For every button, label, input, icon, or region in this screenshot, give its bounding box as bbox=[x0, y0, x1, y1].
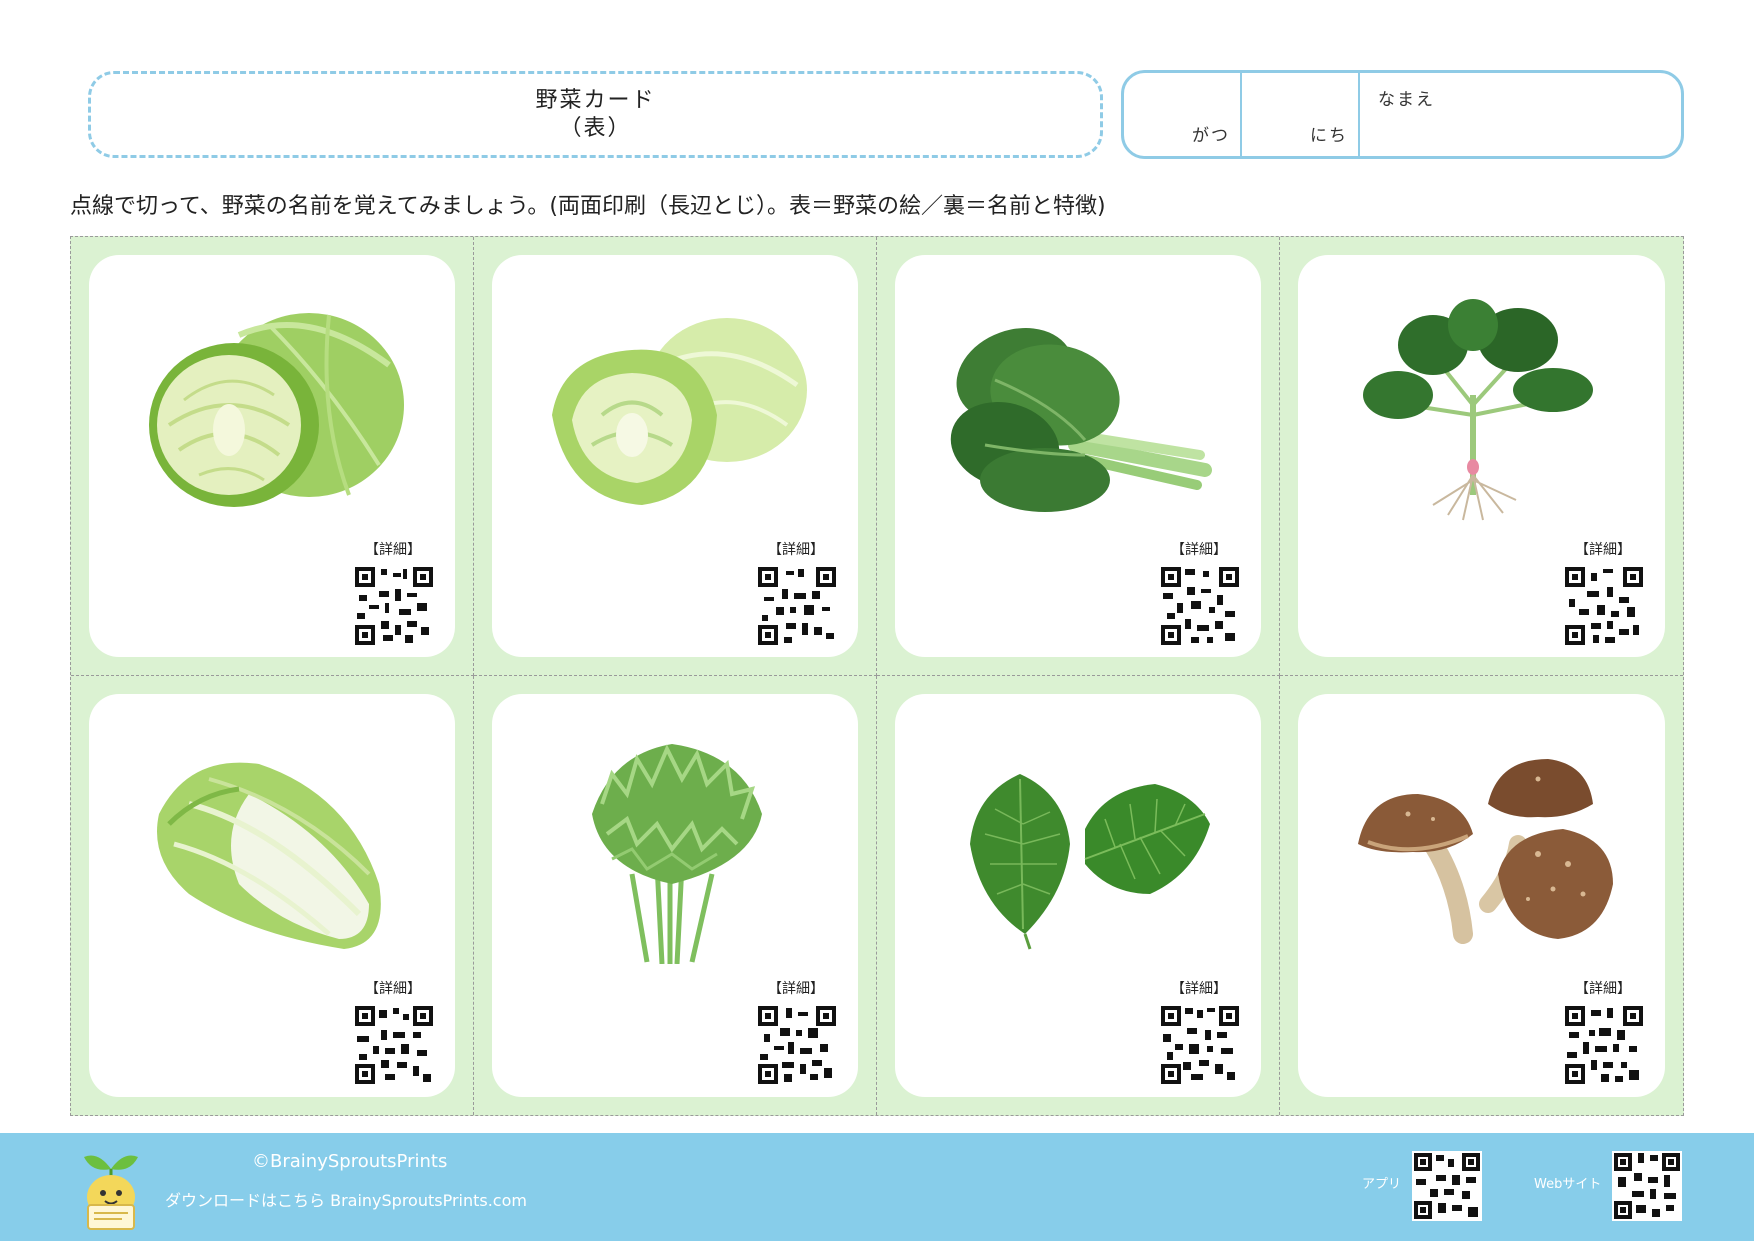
detail-label: 【詳細】 bbox=[365, 542, 421, 558]
footer-bar: ©BrainySproutsPrints ダウンロードはこちら BrainySp… bbox=[0, 1133, 1754, 1241]
day-label: にち bbox=[1310, 126, 1348, 146]
student-info-box: がつ にち なまえ bbox=[1121, 70, 1684, 159]
qr-code-icon[interactable] bbox=[1161, 567, 1239, 645]
website-qr-code-icon[interactable] bbox=[1612, 1151, 1682, 1221]
detail-label: 【詳細】 bbox=[1575, 981, 1631, 997]
shiso-leaf-icon bbox=[970, 774, 1210, 950]
card-cell: 【詳細】 bbox=[474, 676, 877, 1115]
qr-code-icon[interactable] bbox=[355, 1006, 433, 1084]
detail-label: 【詳細】 bbox=[1171, 981, 1227, 997]
vegetable-card[interactable]: 【詳細】 bbox=[1298, 694, 1665, 1097]
card-cell: 【詳細】 bbox=[1280, 676, 1683, 1115]
card-cell: 【詳細】 bbox=[877, 237, 1280, 676]
name-label: なまえ bbox=[1378, 90, 1435, 110]
qr-code-icon[interactable] bbox=[1565, 1006, 1643, 1084]
vegetable-card[interactable]: 【詳細】 bbox=[89, 255, 455, 657]
lettuce-icon bbox=[552, 318, 807, 505]
copyright-text: ©BrainySproutsPrints bbox=[252, 1151, 448, 1172]
card-cell: 【詳細】 bbox=[877, 676, 1280, 1115]
app-label: アプリ bbox=[1362, 1177, 1402, 1192]
card-cell: 【詳細】 bbox=[474, 237, 877, 676]
card-cell: 【詳細】 bbox=[71, 676, 474, 1115]
card-cell: 【詳細】 bbox=[1280, 237, 1683, 676]
napa-cabbage-icon bbox=[157, 762, 381, 949]
name-field[interactable]: なまえ bbox=[1360, 73, 1681, 156]
sprout-mascot-icon bbox=[84, 1155, 138, 1230]
shungiku-icon bbox=[592, 744, 762, 964]
qr-code-icon[interactable] bbox=[758, 1006, 836, 1084]
detail-label: 【詳細】 bbox=[1171, 542, 1227, 558]
vegetable-card[interactable]: 【詳細】 bbox=[895, 255, 1261, 657]
vegetable-card[interactable]: 【詳細】 bbox=[492, 255, 858, 657]
vegetable-card[interactable]: 【詳細】 bbox=[1298, 255, 1665, 657]
qr-code-icon[interactable] bbox=[355, 567, 433, 645]
vegetable-card[interactable]: 【詳細】 bbox=[89, 694, 455, 1097]
download-link[interactable]: ダウンロードはこちら BrainySproutsPrints.com bbox=[165, 1187, 527, 1211]
detail-label: 【詳細】 bbox=[768, 542, 824, 558]
qr-code-icon[interactable] bbox=[1565, 567, 1643, 645]
shiitake-icon bbox=[1358, 759, 1613, 944]
detail-label: 【詳細】 bbox=[768, 981, 824, 997]
page-subtitle: （表） bbox=[559, 115, 632, 141]
qr-code-icon[interactable] bbox=[758, 567, 836, 645]
komatsuna-icon bbox=[950, 327, 1212, 512]
detail-label: 【詳細】 bbox=[365, 981, 421, 997]
spinach-icon bbox=[1363, 299, 1593, 521]
card-cell: 【詳細】 bbox=[71, 237, 474, 676]
cabbage-icon bbox=[149, 313, 404, 507]
website-label: Webサイト bbox=[1534, 1177, 1602, 1192]
title-box: 野菜カード （表） bbox=[88, 71, 1103, 158]
instructions-text: 点線で切って、野菜の名前を覚えてみましょう。(両面印刷（長辺とじ）。表＝野菜の絵… bbox=[70, 194, 1106, 219]
vegetable-card[interactable]: 【詳細】 bbox=[895, 694, 1261, 1097]
vegetable-card[interactable]: 【詳細】 bbox=[492, 694, 858, 1097]
app-qr-code-icon[interactable] bbox=[1412, 1151, 1482, 1221]
detail-label: 【詳細】 bbox=[1575, 542, 1631, 558]
page-title: 野菜カード bbox=[535, 87, 656, 113]
day-field[interactable]: にち bbox=[1242, 73, 1360, 156]
month-field[interactable]: がつ bbox=[1124, 73, 1242, 156]
card-grid: 【詳細】 【詳細】 【詳細】 【詳細】 【詳細】 【詳細】 【詳細】 【詳細】 bbox=[70, 236, 1684, 1116]
month-label: がつ bbox=[1192, 126, 1230, 146]
qr-code-icon[interactable] bbox=[1161, 1006, 1239, 1084]
